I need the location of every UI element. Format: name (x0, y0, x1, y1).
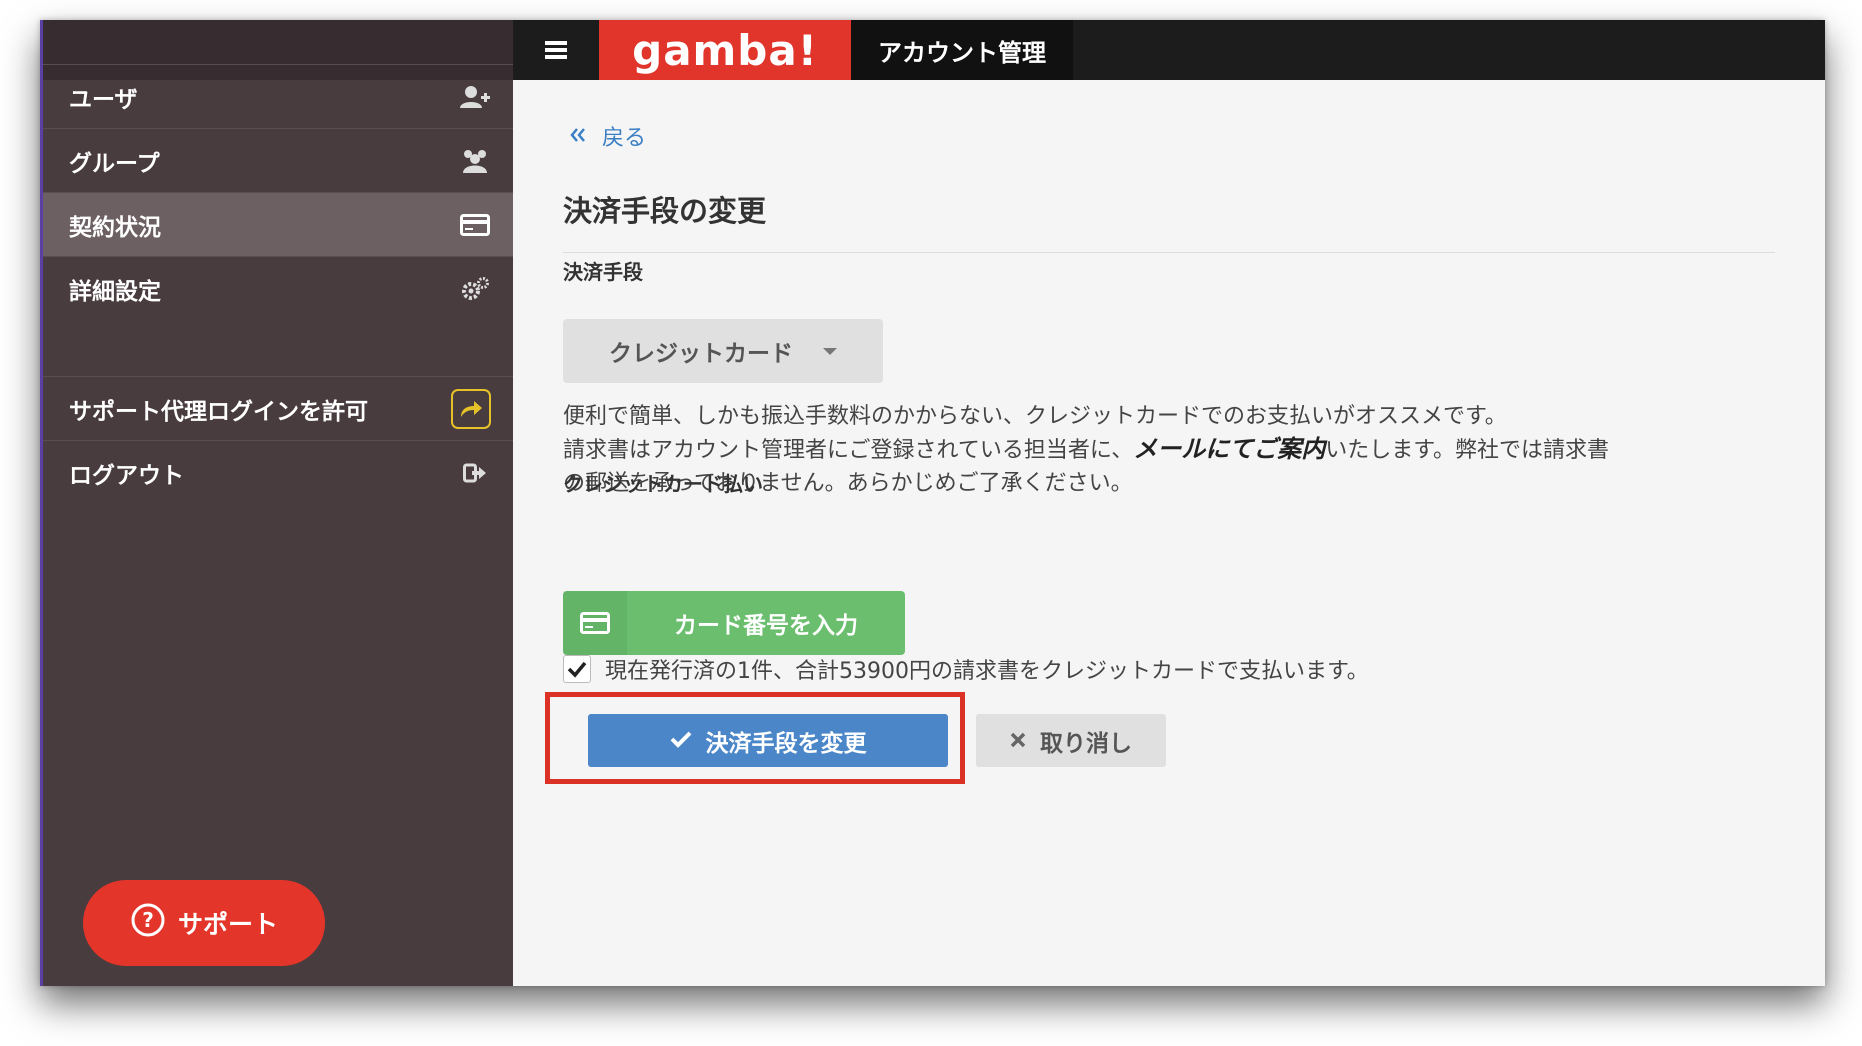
payment-method-label: 決済手段 (563, 260, 643, 284)
sidebar-item-contract[interactable]: 契約状況 (43, 192, 513, 256)
enter-card-number-button[interactable]: カード番号を入力 (563, 591, 905, 655)
description-line: 請求書はアカウント管理者にご登録されている担当者に、メールにてご案内いたします。… (563, 433, 1803, 467)
sidebar-item-users[interactable]: ユーザ (43, 64, 513, 128)
back-link-label: 戻る (602, 126, 647, 151)
sidebar-item-settings[interactable]: 詳細設定 (43, 256, 513, 320)
sidebar-item-logout[interactable]: ログアウト (43, 440, 513, 504)
change-payment-method-button[interactable]: 決済手段を変更 (588, 714, 948, 767)
change-payment-method-label: 決済手段を変更 (705, 730, 867, 757)
svg-text:?: ? (142, 908, 154, 932)
close-icon (1010, 728, 1026, 754)
gamba-logo[interactable]: gamba! (599, 20, 851, 80)
main-content: 戻る 決済手段の変更 決済手段 クレジットカード 便利で簡単、しかも振込手数料の… (513, 80, 1825, 986)
description-text: 請求書はアカウント管理者にご登録されている担当者に、 (563, 438, 1134, 463)
sidebar-item-label: グループ (69, 150, 160, 177)
description-line: 便利で簡単、しかも振込手数料のかからない、クレジットカードでのお支払いがオススメ… (563, 404, 1507, 429)
enter-card-number-label: カード番号を入力 (674, 613, 858, 639)
help-icon: ? (130, 902, 166, 944)
back-link[interactable]: 戻る (570, 120, 646, 152)
email-notice-emphasis: メールにてご案内 (1133, 435, 1326, 463)
sidebar-item-label: 契約状況 (69, 214, 161, 241)
payment-method-value: クレジットカード (609, 341, 793, 367)
sidebar-item-label: ユーザ (69, 86, 138, 113)
page-title: 決済手段の変更 (563, 194, 767, 228)
support-button-label: サポート (177, 910, 278, 939)
share-arrow-icon (451, 388, 491, 429)
sidebar-item-support-proxy-login[interactable]: サポート代理ログインを許可 (43, 376, 513, 440)
description-text: いたします。弊社では請求書 (1325, 438, 1610, 463)
sidebar-item-label: サポート代理ログインを許可 (69, 398, 368, 425)
logout-icon (459, 457, 491, 489)
credit-card-section-label: クレジットカード払い (563, 472, 763, 496)
payment-method-select[interactable]: クレジットカード (563, 319, 883, 383)
credit-card-icon (459, 209, 491, 241)
sidebar-item-label: ログアウト (69, 462, 184, 489)
gears-icon (459, 273, 491, 305)
hamburger-menu-icon[interactable] (513, 20, 599, 80)
group-icon (459, 145, 491, 177)
topbar: gamba! アカウント管理 (513, 20, 1825, 80)
sidebar-item-groups[interactable]: グループ (43, 128, 513, 192)
add-user-icon (459, 81, 491, 113)
cancel-button[interactable]: 取り消し (976, 714, 1166, 767)
app-section-title[interactable]: アカウント管理 (851, 20, 1073, 80)
caret-down-icon (823, 347, 837, 355)
checkmark-icon (567, 661, 587, 678)
credit-card-icon (563, 591, 627, 655)
checkmark-icon (670, 728, 692, 754)
sidebar-item-label: 詳細設定 (69, 278, 161, 305)
agreement-text: 現在発行済の1件、合計53900円の請求書をクレジットカードで支払います。 (605, 659, 1369, 684)
sidebar: ユーザ グループ 契約状況 詳細設定 サポート代理ログインを許可 ログアウト ?… (43, 20, 513, 986)
agreement-checkbox[interactable] (563, 655, 591, 683)
payment-agreement-row: 現在発行済の1件、合計53900円の請求書をクレジットカードで支払います。 (563, 653, 1369, 685)
double-chevron-left-icon (570, 124, 586, 149)
cancel-label: 取り消し (1040, 730, 1132, 757)
support-button[interactable]: ? サポート (83, 880, 325, 966)
app-window: ユーザ グループ 契約状況 詳細設定 サポート代理ログインを許可 ログアウト ?… (40, 20, 1825, 986)
title-divider (563, 252, 1775, 253)
